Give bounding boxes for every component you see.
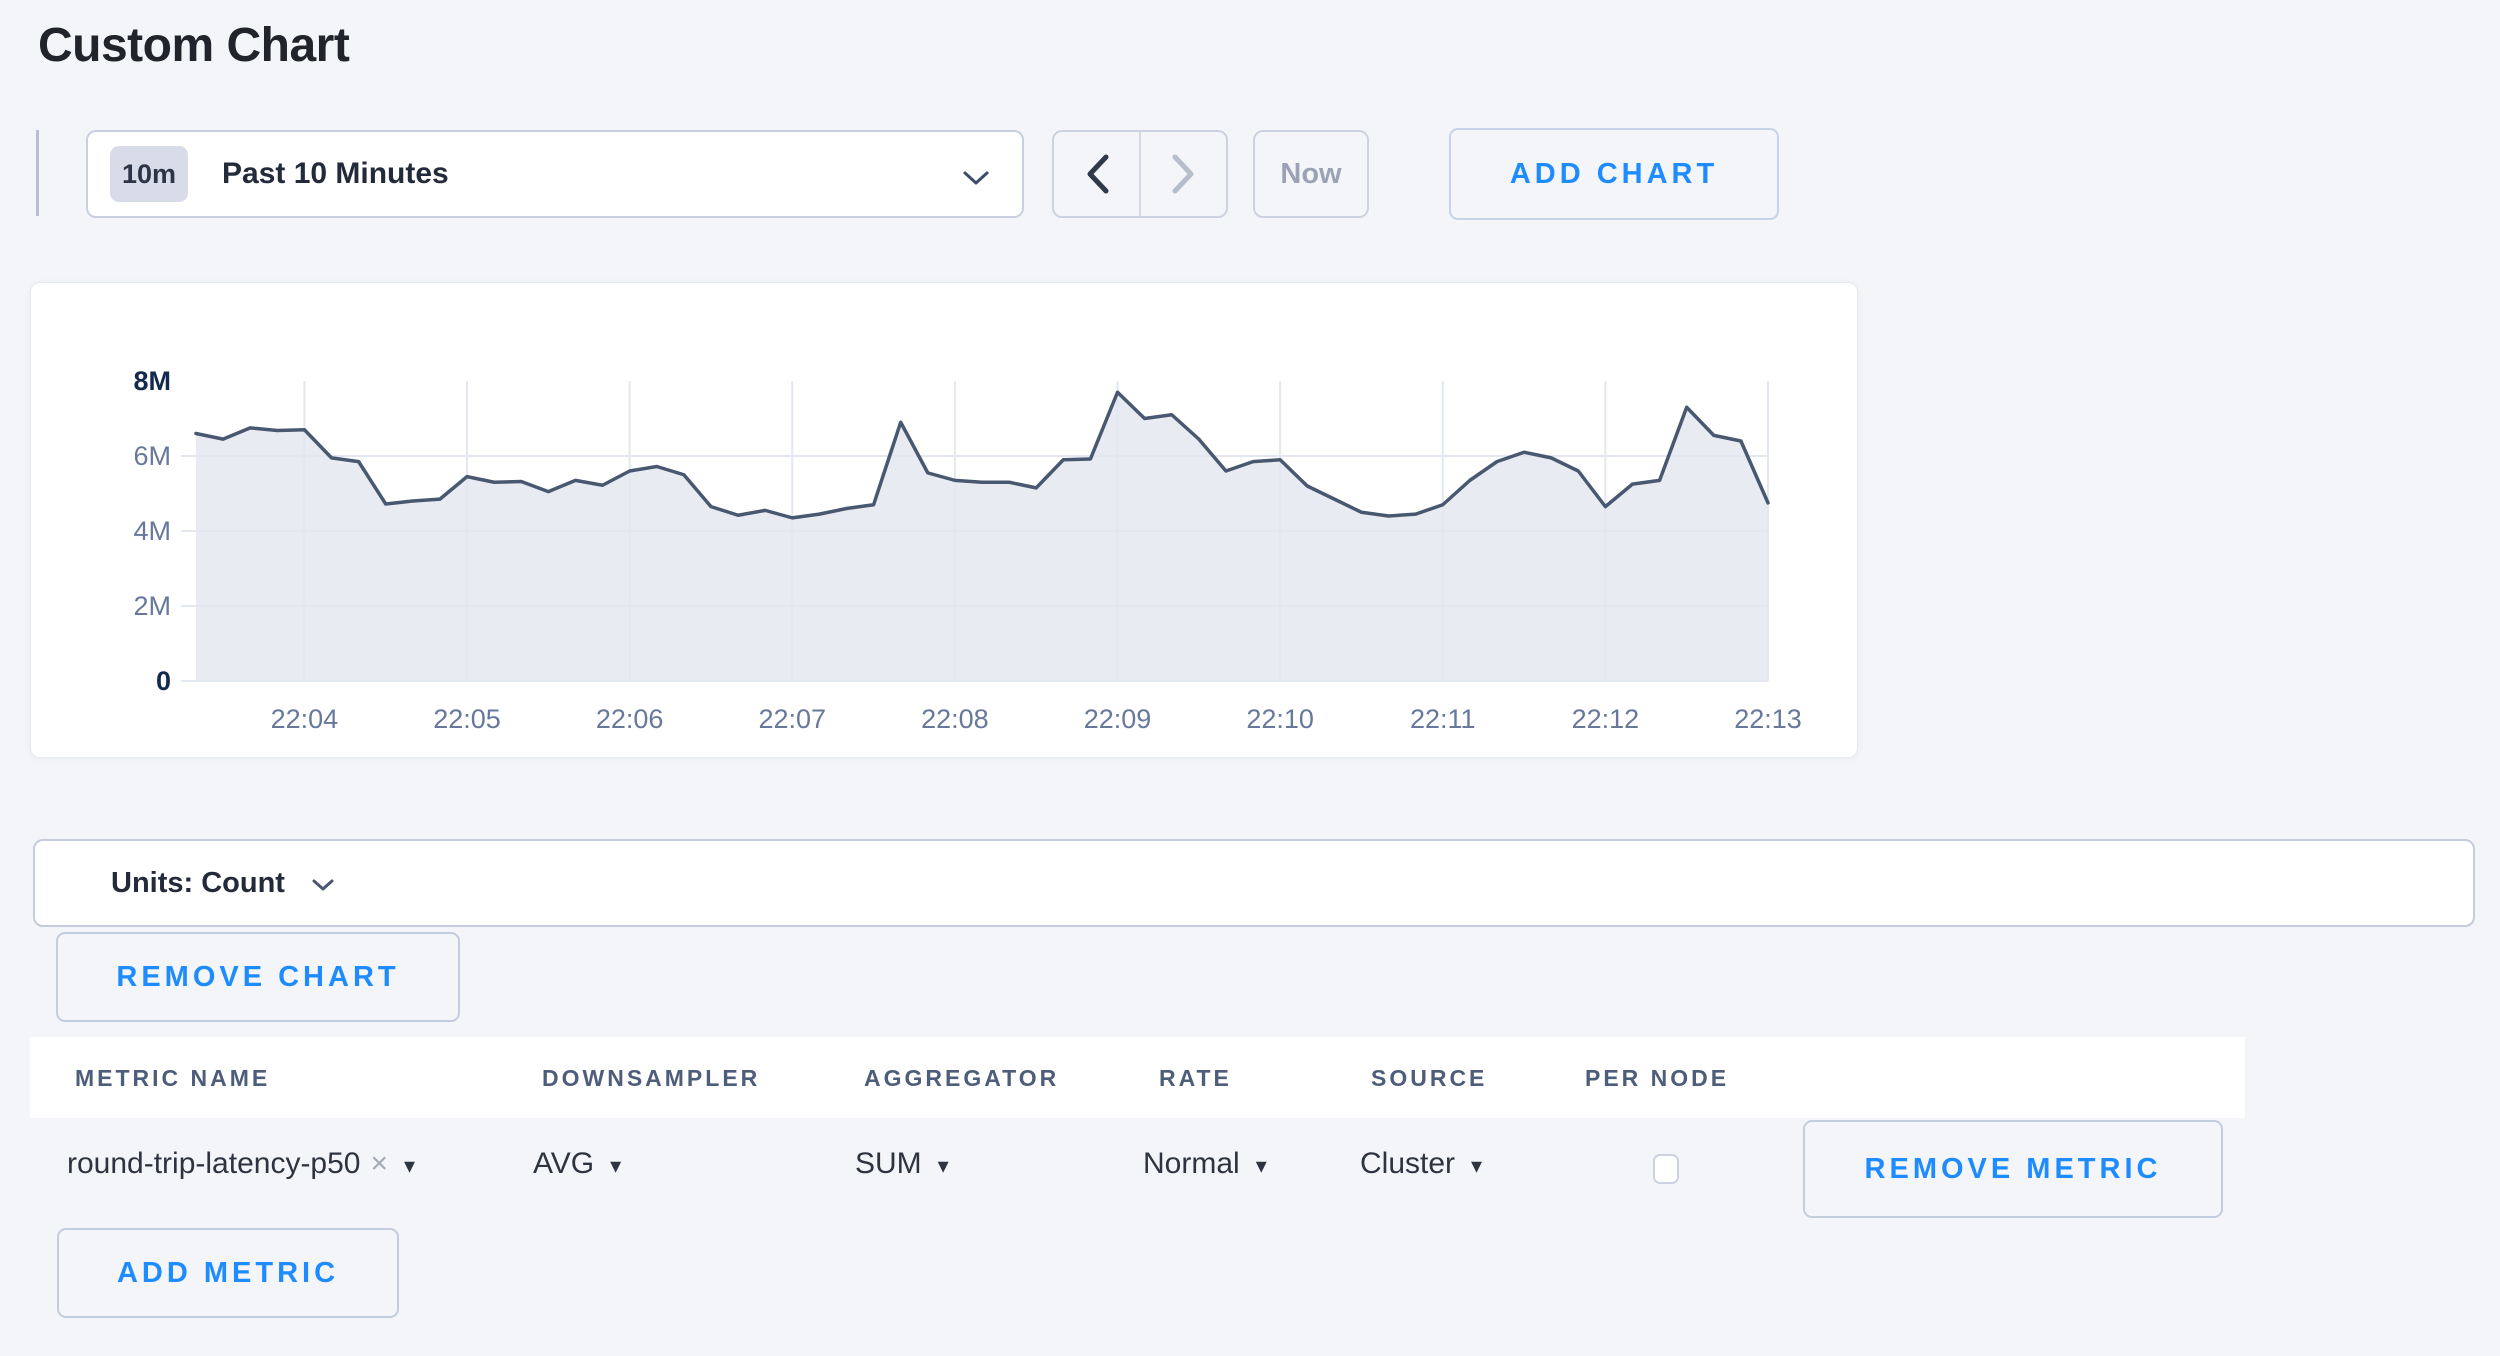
svg-text:0: 0 — [156, 666, 171, 696]
caret-down-icon: ▾ — [404, 1153, 415, 1179]
svg-text:22:13: 22:13 — [1734, 704, 1802, 734]
column-header-downsampler: DOWNSAMPLER — [542, 1065, 760, 1092]
svg-text:22:07: 22:07 — [758, 704, 826, 734]
remove-metric-button[interactable]: REMOVE METRIC — [1803, 1120, 2223, 1218]
svg-text:22:09: 22:09 — [1084, 704, 1152, 734]
range-accent-divider — [36, 130, 39, 216]
right-chevron-icon — [1169, 151, 1199, 197]
svg-text:22:11: 22:11 — [1410, 704, 1476, 734]
caret-down-icon: ▾ — [610, 1153, 621, 1179]
svg-text:22:05: 22:05 — [433, 704, 501, 734]
column-header-source: SOURCE — [1371, 1065, 1487, 1092]
source-select[interactable]: Cluster ▾ — [1360, 1147, 1482, 1181]
page-title: Custom Chart — [38, 18, 349, 73]
rate-value: Normal — [1143, 1147, 1240, 1181]
now-button[interactable]: Now — [1253, 130, 1369, 218]
caret-down-icon: ▾ — [1256, 1153, 1267, 1179]
remove-chart-button[interactable]: REMOVE CHART — [56, 932, 460, 1022]
downsampler-value: AVG — [533, 1147, 594, 1181]
left-chevron-icon — [1082, 151, 1112, 197]
metrics-table-header: METRIC NAME DOWNSAMPLER AGGREGATOR RATE … — [30, 1037, 2245, 1118]
svg-text:22:04: 22:04 — [271, 704, 339, 734]
svg-text:8M: 8M — [133, 366, 171, 396]
chart-card: 0 2M 4M 6M 8M 22:04 22:05 22:06 22:07 22:08 22:09 2… — [30, 282, 1858, 758]
time-back-button[interactable] — [1054, 132, 1139, 216]
metric-name-select[interactable]: round-trip-latency-p50 × ▾ — [67, 1147, 415, 1181]
time-range-badge: 10m — [110, 146, 188, 202]
svg-text:6M: 6M — [133, 441, 171, 471]
add-metric-button[interactable]: ADD METRIC — [57, 1228, 399, 1318]
column-header-aggregator: AGGREGATOR — [864, 1065, 1059, 1092]
downsampler-select[interactable]: AVG ▾ — [533, 1147, 621, 1181]
per-node-checkbox[interactable] — [1653, 1154, 1679, 1184]
column-header-per-node: PER NODE — [1585, 1065, 1729, 1092]
chevron-down-icon — [311, 878, 335, 892]
time-range-label: Past 10 Minutes — [222, 157, 449, 191]
time-forward-button[interactable] — [1139, 132, 1226, 216]
caret-down-icon: ▾ — [938, 1153, 949, 1179]
svg-text:22:06: 22:06 — [596, 704, 664, 734]
units-label: Units: Count — [111, 867, 285, 900]
clear-metric-icon[interactable]: × — [370, 1147, 388, 1181]
svg-text:22:12: 22:12 — [1572, 704, 1640, 734]
svg-text:4M: 4M — [133, 516, 171, 546]
timeseries-chart: 0 2M 4M 6M 8M 22:04 22:05 22:06 22:07 22:08 22:09 2… — [31, 283, 1859, 759]
chevron-down-icon — [962, 170, 990, 186]
column-header-metric-name: METRIC NAME — [75, 1065, 270, 1092]
units-dropdown[interactable]: Units: Count — [33, 839, 2475, 927]
svg-text:2M: 2M — [133, 591, 171, 621]
time-shift-arrow-group — [1052, 130, 1228, 218]
add-chart-button[interactable]: ADD CHART — [1449, 128, 1779, 220]
aggregator-value: SUM — [855, 1147, 922, 1181]
rate-select[interactable]: Normal ▾ — [1143, 1147, 1267, 1181]
aggregator-select[interactable]: SUM ▾ — [855, 1147, 949, 1181]
source-value: Cluster — [1360, 1147, 1455, 1181]
caret-down-icon: ▾ — [1471, 1153, 1482, 1179]
column-header-rate: RATE — [1159, 1065, 1232, 1092]
time-range-dropdown[interactable]: 10m Past 10 Minutes — [86, 130, 1024, 218]
svg-text:22:08: 22:08 — [921, 704, 989, 734]
svg-text:22:10: 22:10 — [1246, 704, 1314, 734]
metric-name-value: round-trip-latency-p50 — [67, 1147, 360, 1181]
